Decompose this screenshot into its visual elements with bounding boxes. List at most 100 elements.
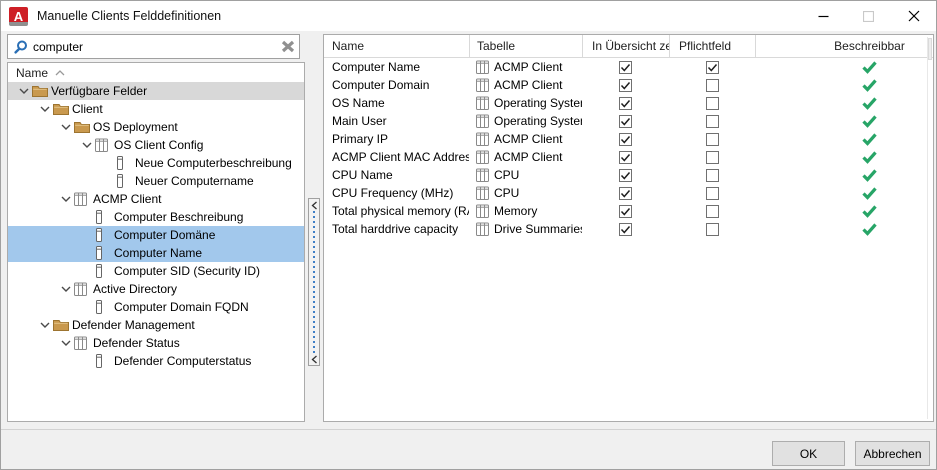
table-row[interactable]: Primary IP ACMP Client [324, 130, 933, 148]
tree-item[interactable]: Defender Management [8, 316, 304, 334]
table-row[interactable]: ACMP Client MAC Address ACMP Client [324, 148, 933, 166]
tree-item[interactable]: Computer SID (Security ID) [8, 262, 304, 280]
column-header-uebersicht[interactable]: In Übersicht zei… [582, 35, 669, 57]
scrollbar-thumb[interactable] [928, 38, 932, 60]
pflichtfeld-checkbox[interactable] [706, 223, 719, 236]
uebersicht-checkbox[interactable] [619, 151, 632, 164]
tree-item[interactable]: Computer Name [8, 244, 304, 262]
writable-check-icon [862, 97, 877, 110]
uebersicht-checkbox[interactable] [619, 223, 632, 236]
uebersicht-checkbox[interactable] [619, 187, 632, 200]
pflichtfeld-checkbox[interactable] [706, 79, 719, 92]
field-name: Computer Domain [332, 78, 429, 92]
pflichtfeld-checkbox[interactable] [706, 151, 719, 164]
chevron-down-icon[interactable] [37, 320, 53, 330]
tree-item[interactable]: Neuer Computername [8, 172, 304, 190]
tree-list: Verfügbare Felder Client OS Deployment O… [8, 82, 304, 370]
table-row[interactable]: OS Name Operating System [324, 94, 933, 112]
table-icon [476, 114, 489, 128]
clear-search-button[interactable] [281, 40, 295, 53]
collapse-left-icon [311, 353, 318, 365]
chevron-down-icon[interactable] [58, 338, 74, 348]
field-icon [95, 264, 113, 278]
tree-item-label: OS Client Config [113, 138, 203, 152]
minimize-button[interactable] [801, 1, 846, 31]
tree-item[interactable]: Client [8, 100, 304, 118]
pflichtfeld-checkbox[interactable] [706, 97, 719, 110]
window-title: Manuelle Clients Felddefinitionen [37, 9, 221, 23]
table-row[interactable]: Computer Name ACMP Client [324, 58, 933, 76]
tree-item[interactable]: Neue Computerbeschreibung [8, 154, 304, 172]
pflichtfeld-checkbox[interactable] [706, 205, 719, 218]
tree-item[interactable]: Verfügbare Felder [8, 82, 304, 100]
table-row[interactable]: Total physical memory (RAM) Memory [324, 202, 933, 220]
tree-item[interactable]: Computer Domäne [8, 226, 304, 244]
tree-column-header-name[interactable]: Name [8, 63, 304, 82]
tree-item-label: Computer Beschreibung [113, 210, 243, 224]
tree-item[interactable]: OS Deployment [8, 118, 304, 136]
window-controls [801, 1, 936, 31]
field-icon [95, 228, 113, 242]
column-header-name[interactable]: Name [324, 35, 469, 57]
table-name: Operating System [494, 96, 582, 110]
table-row[interactable]: Computer Domain ACMP Client [324, 76, 933, 94]
chevron-down-icon[interactable] [16, 86, 32, 96]
uebersicht-checkbox[interactable] [619, 61, 632, 74]
uebersicht-checkbox[interactable] [619, 205, 632, 218]
writable-check-icon [862, 151, 877, 164]
chevron-down-icon[interactable] [58, 284, 74, 294]
pflichtfeld-checkbox[interactable] [706, 133, 719, 146]
field-name: Main User [332, 114, 387, 128]
tree-item[interactable]: Active Directory [8, 280, 304, 298]
column-header-pflichtfeld[interactable]: Pflichtfeld [669, 35, 755, 57]
tree-item-label: Defender Status [92, 336, 180, 350]
tree-item[interactable]: ACMP Client [8, 190, 304, 208]
tree-item[interactable]: Computer Domain FQDN [8, 298, 304, 316]
ok-button[interactable]: OK [772, 441, 845, 466]
close-button[interactable] [891, 1, 936, 31]
table-row[interactable]: Total harddrive capacity Drive Summaries [324, 220, 933, 238]
pflichtfeld-checkbox[interactable] [706, 187, 719, 200]
chevron-down-icon[interactable] [58, 122, 74, 132]
scrollbar-track[interactable] [927, 37, 928, 419]
clear-x-icon [281, 40, 295, 53]
table-icon [476, 132, 489, 146]
tree-item[interactable]: OS Client Config [8, 136, 304, 154]
tree-item[interactable]: Defender Computerstatus [8, 352, 304, 370]
table-name: Memory [494, 204, 537, 218]
tree-item-label: Client [71, 102, 103, 116]
uebersicht-checkbox[interactable] [619, 133, 632, 146]
pflichtfeld-checkbox[interactable] [706, 169, 719, 182]
table-row[interactable]: CPU Name CPU [324, 166, 933, 184]
uebersicht-checkbox[interactable] [619, 115, 632, 128]
uebersicht-checkbox[interactable] [619, 97, 632, 110]
field-icon [95, 354, 113, 368]
maximize-button[interactable] [846, 1, 891, 31]
column-header-beschreibbar[interactable]: Beschreibbar [755, 35, 933, 57]
uebersicht-checkbox[interactable] [619, 79, 632, 92]
pflichtfeld-checkbox[interactable] [706, 61, 719, 74]
tree-item[interactable]: Computer Beschreibung [8, 208, 304, 226]
table-name: ACMP Client [494, 60, 562, 74]
table-row[interactable]: Main User Operating System [324, 112, 933, 130]
table-icon [74, 282, 92, 296]
field-icon [95, 300, 113, 314]
table-row[interactable]: CPU Frequency (MHz) CPU [324, 184, 933, 202]
chevron-down-icon[interactable] [58, 194, 74, 204]
tree-item-label: Verfügbare Felder [50, 84, 147, 98]
cancel-button[interactable]: Abbrechen [855, 441, 930, 466]
tree-item-label: Computer SID (Security ID) [113, 264, 260, 278]
table-icon [476, 96, 489, 110]
chevron-down-icon[interactable] [79, 140, 95, 150]
tree-item[interactable]: Defender Status [8, 334, 304, 352]
writable-check-icon [862, 205, 877, 218]
field-icon [116, 174, 134, 188]
search-input[interactable] [33, 35, 281, 58]
tree-item-label: Neue Computerbeschreibung [134, 156, 292, 170]
close-icon [908, 10, 920, 22]
pflichtfeld-checkbox[interactable] [706, 115, 719, 128]
column-header-tabelle[interactable]: Tabelle [469, 35, 582, 57]
uebersicht-checkbox[interactable] [619, 169, 632, 182]
panel-splitter-handle[interactable] [308, 198, 320, 366]
chevron-down-icon[interactable] [37, 104, 53, 114]
